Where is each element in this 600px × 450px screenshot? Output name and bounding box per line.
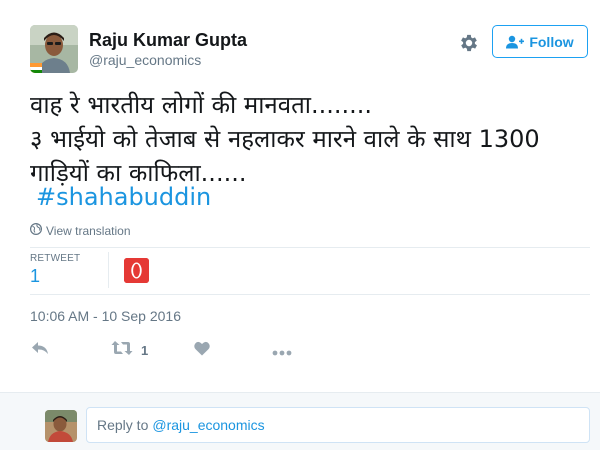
add-user-icon xyxy=(506,35,525,49)
reply-icon xyxy=(31,340,49,360)
gear-icon[interactable] xyxy=(458,32,480,54)
view-translation-link[interactable]: View translation xyxy=(29,222,131,238)
retweet-icon xyxy=(111,340,133,360)
current-user-avatar xyxy=(45,410,77,442)
divider xyxy=(30,247,590,248)
tweet-card: Raju Kumar Gupta @raju_economics Follow … xyxy=(0,0,600,392)
reply-input[interactable]: Reply to @raju_economics xyxy=(86,407,590,443)
more-button[interactable] xyxy=(272,340,292,360)
retweet-count: 1 xyxy=(141,342,149,358)
hashtag-link[interactable]: #shahabuddin xyxy=(36,183,211,211)
divider xyxy=(30,294,590,295)
retweet-stat-label: RETWEET xyxy=(30,253,81,264)
follow-button[interactable]: Follow xyxy=(492,25,588,58)
follow-button-label: Follow xyxy=(529,33,574,50)
author-handle[interactable]: @raju_economics xyxy=(89,52,201,68)
reply-bar: Reply to @raju_economics xyxy=(0,392,600,450)
more-icon xyxy=(272,341,292,360)
retweet-stats[interactable]: RETWEET 1 xyxy=(30,253,80,287)
author-name[interactable]: Raju Kumar Gupta xyxy=(89,30,247,51)
heart-icon xyxy=(194,341,210,360)
tweet-text-line: वाह रे भारतीय लोगों की मानवता........ xyxy=(30,91,373,119)
view-translation-label: View translation xyxy=(46,223,131,238)
reply-button[interactable] xyxy=(31,340,49,360)
retweet-stat-count: 1 xyxy=(30,266,41,286)
globe-icon xyxy=(29,222,43,238)
reply-input-mention: @raju_economics xyxy=(152,417,265,433)
retweeter-avatar[interactable] xyxy=(124,258,149,283)
like-button[interactable] xyxy=(194,340,210,360)
reply-input-prefix: Reply to xyxy=(97,417,149,433)
tweet-text-line: ३ भाईयो को तेजाब से नहलाकर मारने वाले के… xyxy=(30,125,540,153)
retweet-button[interactable]: 1 xyxy=(111,340,148,360)
author-avatar[interactable] xyxy=(30,25,78,73)
tweet-text: वाह रे भारतीय लोगों की मानवता........ ३ … xyxy=(30,88,595,190)
tweet-timestamp[interactable]: 10:06 AM - 10 Sep 2016 xyxy=(30,308,181,324)
divider xyxy=(108,252,109,288)
